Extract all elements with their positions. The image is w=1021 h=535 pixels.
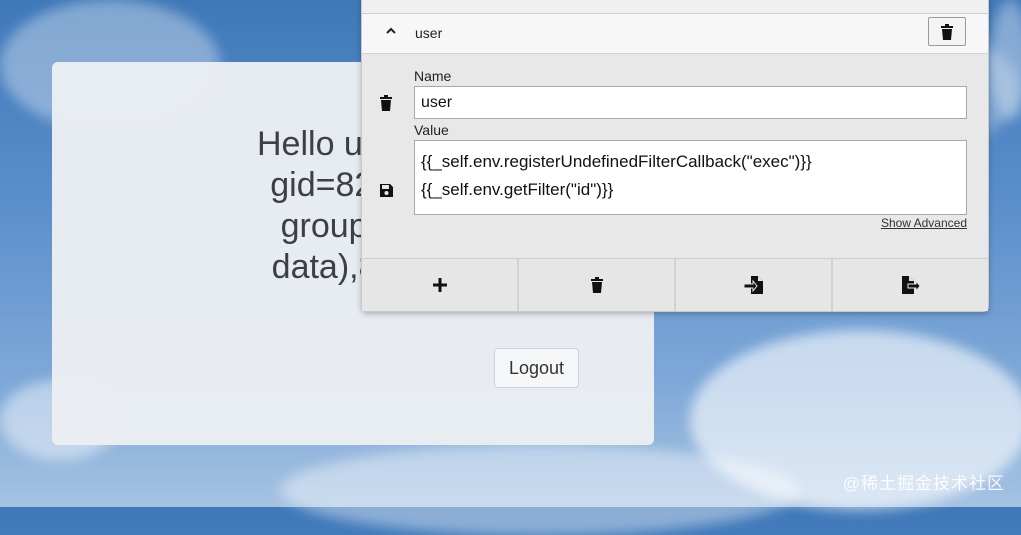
trash-icon	[590, 277, 604, 293]
import-file-icon	[743, 276, 764, 294]
cookie-editor-panel: user Name Value {{_self.env.registerUnde…	[361, 0, 989, 312]
value-field[interactable]: {{_self.env.registerUndefinedFilterCallb…	[414, 140, 967, 215]
logout-button[interactable]: Logout	[494, 348, 579, 388]
export-button[interactable]	[833, 259, 988, 311]
value-label: Value	[414, 122, 449, 138]
show-advanced-link[interactable]: Show Advanced	[881, 216, 967, 230]
watermark-text: @稀土掘金技术社区	[842, 474, 1005, 493]
trash-icon	[940, 23, 954, 40]
name-field[interactable]	[414, 86, 967, 119]
trash-icon[interactable]	[377, 94, 395, 112]
import-button[interactable]	[676, 259, 833, 311]
cookie-name-title: user	[415, 25, 443, 41]
export-file-icon	[901, 276, 921, 294]
save-icon[interactable]	[377, 181, 395, 199]
panel-toolbar	[362, 258, 988, 311]
name-label: Name	[414, 68, 452, 84]
panel-top-strip	[362, 0, 988, 14]
background-cloud	[280, 445, 800, 535]
plus-icon	[432, 277, 448, 293]
cookie-row-header[interactable]: user	[362, 14, 988, 54]
add-cookie-button[interactable]	[362, 259, 519, 311]
chevron-up-icon[interactable]	[384, 24, 398, 38]
delete-cookie-button[interactable]	[928, 17, 966, 46]
delete-all-button[interactable]	[519, 259, 676, 311]
